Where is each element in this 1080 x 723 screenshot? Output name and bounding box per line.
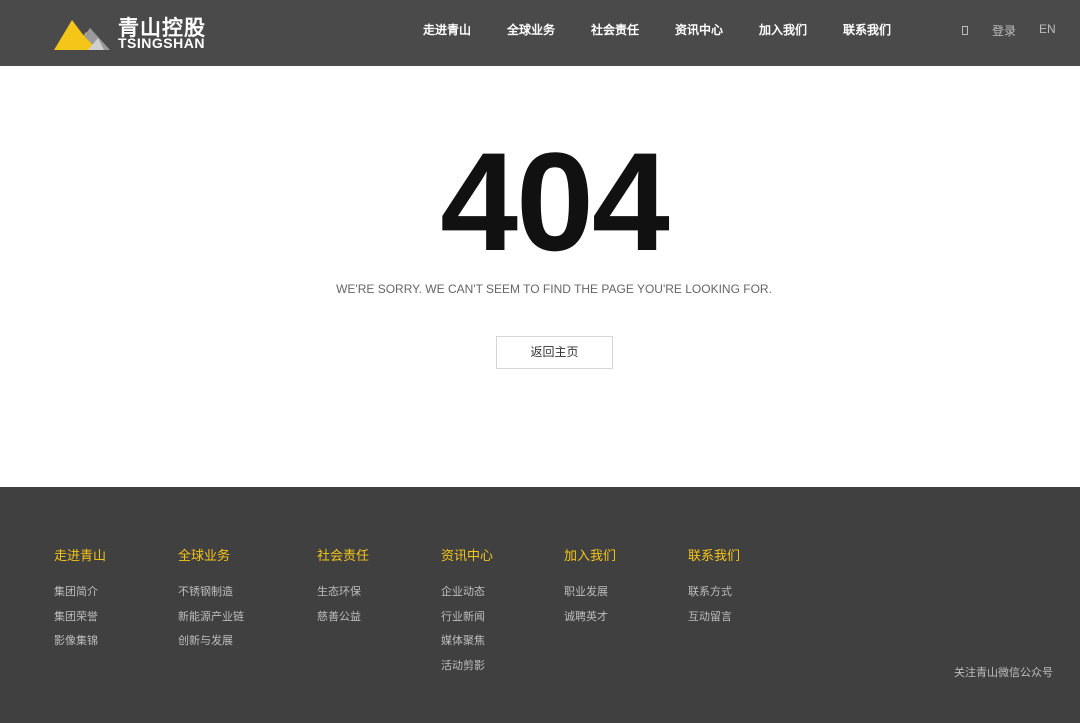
nav-business[interactable]: 全球业务 (507, 0, 555, 60)
site-logo[interactable]: 青山控股 TSINGSHAN (54, 10, 214, 54)
search-icon[interactable] (962, 26, 968, 35)
site-footer: 走进青山 集团简介 集团荣誉 影像集锦 全球业务 不锈钢制造 新能源产业链 创新… (0, 487, 1080, 723)
footer-link[interactable]: 联系方式 (688, 586, 740, 611)
footer-link[interactable]: 职业发展 (564, 586, 616, 611)
site-header: 青山控股 TSINGSHAN 走进青山 全球业务 社会责任 资讯中心 加入我们 … (0, 0, 1080, 66)
footer-title[interactable]: 联系我们 (688, 549, 740, 569)
footer-link[interactable]: 生态环保 (317, 586, 369, 611)
footer-links: 职业发展 诚聘英才 (564, 586, 616, 635)
nav-about[interactable]: 走进青山 (423, 0, 471, 60)
footer-title[interactable]: 加入我们 (564, 549, 616, 569)
footer-col-about: 走进青山 集团简介 集团荣誉 影像集锦 (54, 549, 106, 660)
error-section: 404 WE'RE SORRY. WE CAN'T SEEM TO FIND T… (0, 66, 1080, 487)
mountain-logo-icon (54, 20, 110, 50)
language-switch[interactable]: EN (1039, 22, 1056, 36)
wechat-follow-text[interactable]: 关注青山微信公众号 (954, 664, 1053, 680)
footer-link[interactable]: 不锈钢制造 (178, 586, 244, 611)
footer-title[interactable]: 资讯中心 (441, 549, 493, 569)
footer-col-business: 全球业务 不锈钢制造 新能源产业链 创新与发展 (178, 549, 244, 660)
footer-link[interactable]: 集团简介 (54, 586, 106, 611)
footer-links: 企业动态 行业新闻 媒体聚焦 活动剪影 (441, 586, 493, 684)
footer-links: 集团简介 集团荣誉 影像集锦 (54, 586, 106, 660)
footer-col-responsibility: 社会责任 生态环保 慈善公益 (317, 549, 369, 635)
footer-col-join: 加入我们 职业发展 诚聘英才 (564, 549, 616, 635)
footer-link[interactable]: 企业动态 (441, 586, 493, 611)
footer-col-contact: 联系我们 联系方式 互动留言 (688, 549, 740, 635)
footer-link[interactable]: 集团荣誉 (54, 611, 106, 636)
footer-title[interactable]: 社会责任 (317, 549, 369, 569)
nav-responsibility[interactable]: 社会责任 (591, 0, 639, 60)
footer-title[interactable]: 走进青山 (54, 549, 106, 569)
error-message: WE'RE SORRY. WE CAN'T SEEM TO FIND THE P… (336, 282, 772, 296)
nav-contact[interactable]: 联系我们 (843, 0, 891, 60)
footer-links: 不锈钢制造 新能源产业链 创新与发展 (178, 586, 244, 660)
footer-link[interactable]: 影像集锦 (54, 635, 106, 660)
error-code: 404 (440, 123, 670, 280)
footer-links: 联系方式 互动留言 (688, 586, 740, 635)
footer-link[interactable]: 行业新闻 (441, 611, 493, 636)
footer-links: 生态环保 慈善公益 (317, 586, 369, 635)
footer-link[interactable]: 诚聘英才 (564, 611, 616, 636)
nav-news[interactable]: 资讯中心 (675, 0, 723, 60)
footer-col-news: 资讯中心 企业动态 行业新闻 媒体聚焦 活动剪影 (441, 549, 493, 684)
nav-join[interactable]: 加入我们 (759, 0, 807, 60)
footer-link[interactable]: 新能源产业链 (178, 611, 244, 636)
footer-link[interactable]: 活动剪影 (441, 660, 493, 685)
footer-link[interactable]: 慈善公益 (317, 611, 369, 636)
footer-link[interactable]: 互动留言 (688, 611, 740, 636)
logo-english-text: TSINGSHAN (118, 35, 205, 51)
back-home-button[interactable]: 返回主页 (496, 336, 613, 369)
footer-title[interactable]: 全球业务 (178, 549, 244, 569)
footer-link[interactable]: 媒体聚焦 (441, 635, 493, 660)
footer-link[interactable]: 创新与发展 (178, 635, 244, 660)
login-link[interactable]: 登录 (992, 22, 1016, 39)
